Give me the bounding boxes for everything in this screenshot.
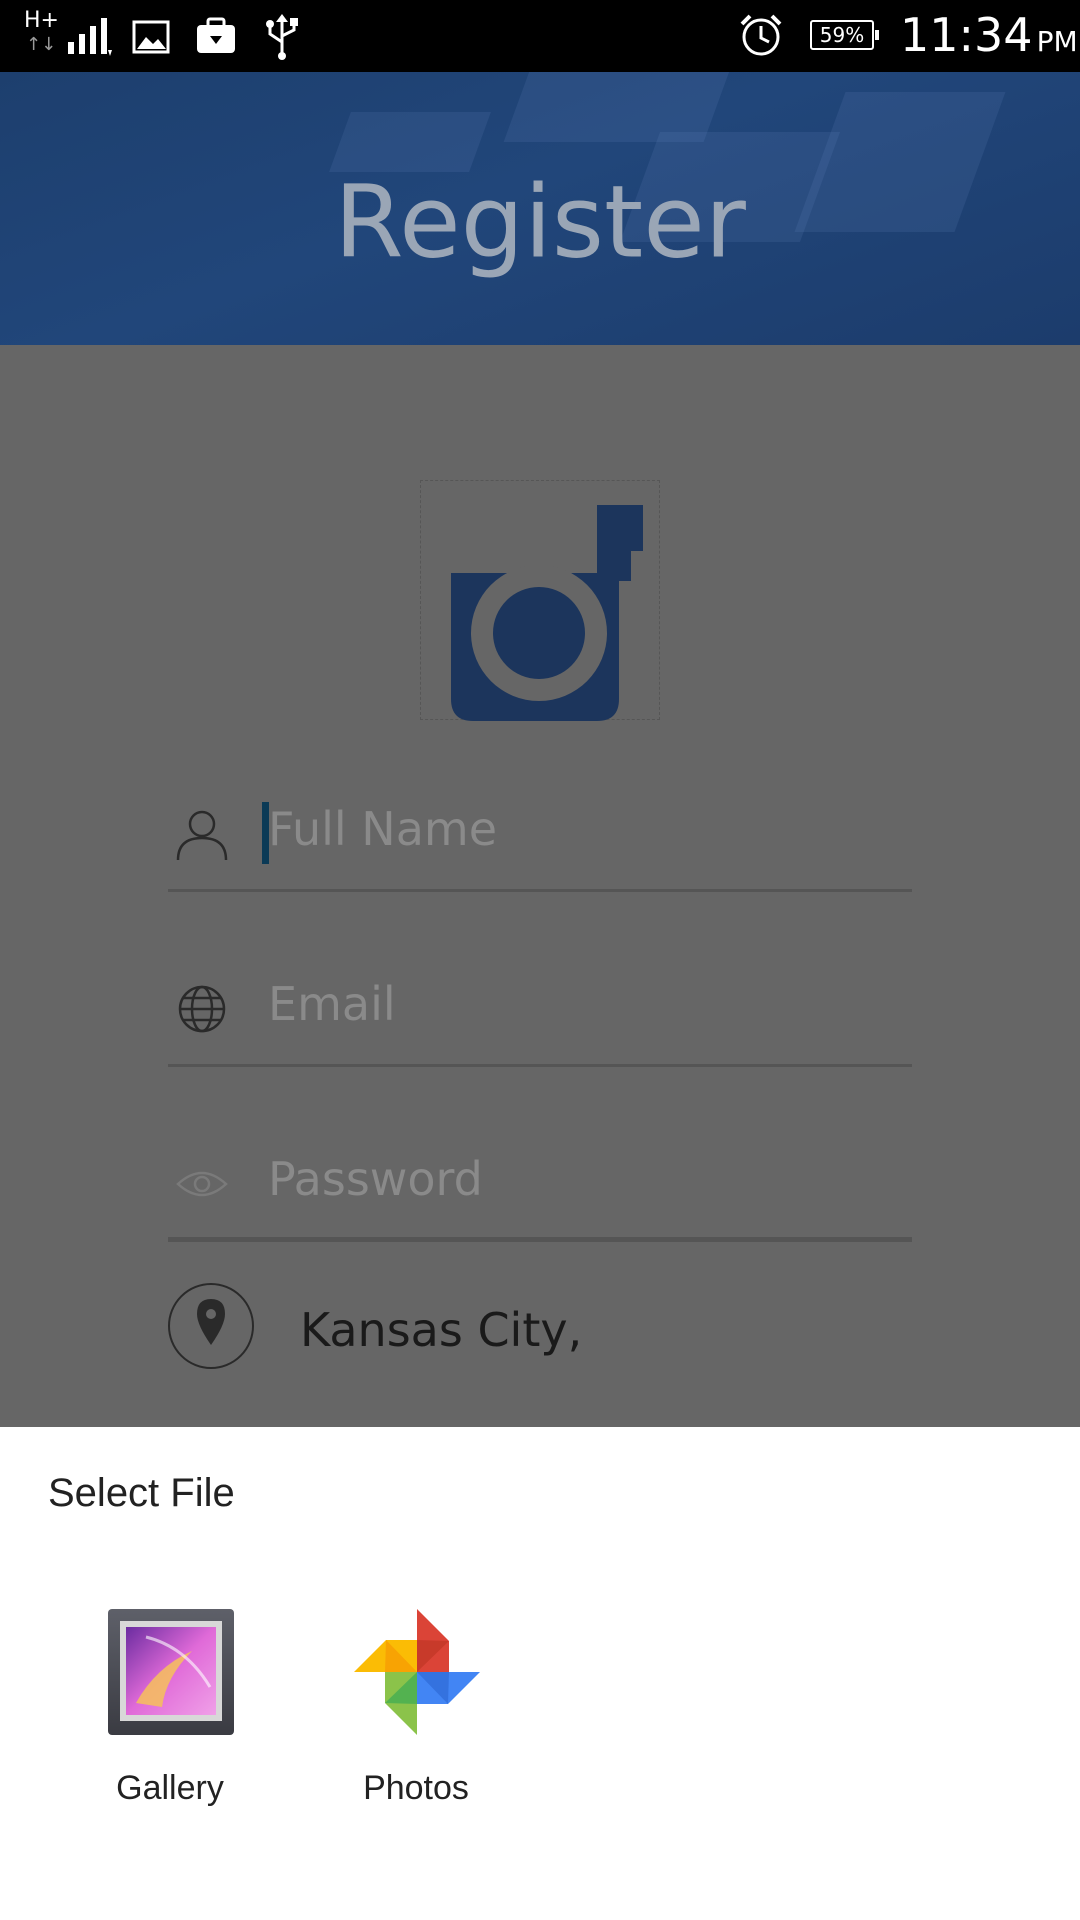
full-name-placeholder: Full Name (268, 802, 497, 856)
profile-photo-picker[interactable] (420, 480, 660, 721)
battery-level: 59% (819, 23, 865, 47)
email-underline (168, 1064, 912, 1067)
globe-icon (178, 985, 226, 1033)
status-bar: H+ ↑↓ 59% 11:34 PM (0, 0, 1080, 72)
photos-label: Photos (363, 1769, 469, 1807)
email-field[interactable]: Email (168, 947, 912, 1067)
image-icon (132, 20, 170, 54)
password-field[interactable]: Password (168, 1122, 912, 1242)
password-underline (168, 1237, 912, 1242)
briefcase-icon (197, 17, 235, 53)
password-placeholder: Password (268, 1152, 483, 1206)
location-button[interactable] (168, 1283, 254, 1369)
location-pin-icon (197, 1299, 225, 1345)
page-title: Register (334, 163, 746, 281)
network-type: H+ (24, 8, 59, 33)
eye-icon (176, 1171, 228, 1197)
battery-icon: 59% (810, 20, 879, 50)
select-file-sheet: Select File Gallery Photos (0, 1427, 1080, 1920)
clock-ampm: PM (1036, 25, 1078, 58)
full-name-field[interactable]: Full Name (168, 772, 912, 892)
gallery-icon (108, 1609, 234, 1735)
person-icon (176, 810, 228, 861)
clock-time: 11:34 (900, 8, 1033, 62)
alarm-icon (740, 14, 782, 56)
full-name-underline (168, 889, 912, 892)
clock: 11:34 PM (900, 8, 1078, 62)
network-arrows: ↑↓ (26, 34, 57, 55)
gallery-label: Gallery (116, 1769, 224, 1807)
email-placeholder: Email (268, 977, 396, 1031)
location-value: Kansas City, (300, 1303, 583, 1357)
signal-icon (68, 18, 112, 56)
sheet-title: Select File (48, 1471, 235, 1515)
gallery-option[interactable]: Gallery (70, 1607, 270, 1837)
camera-icon (451, 505, 643, 721)
photos-option[interactable]: Photos (316, 1607, 516, 1837)
register-form: Full Name Email Password Kansas City, (0, 345, 1080, 1427)
register-header: Register (0, 72, 1080, 345)
photos-icon (354, 1609, 480, 1735)
usb-icon (266, 14, 298, 60)
